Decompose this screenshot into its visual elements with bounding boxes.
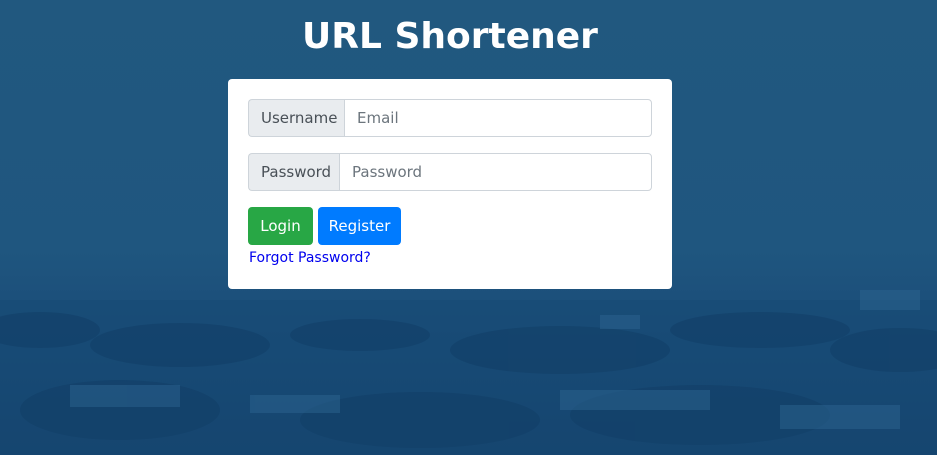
username-label: Username xyxy=(248,99,344,137)
password-input[interactable] xyxy=(339,153,652,191)
login-card: Username Password Login Register Forgot … xyxy=(228,79,672,289)
page-title: URL Shortener xyxy=(302,16,598,57)
register-button[interactable]: Register xyxy=(318,207,401,245)
password-input-group: Password xyxy=(248,153,652,191)
login-button[interactable]: Login xyxy=(248,207,313,245)
username-input-group: Username xyxy=(248,99,652,137)
username-input[interactable] xyxy=(344,99,652,137)
password-label: Password xyxy=(248,153,339,191)
forgot-password-link[interactable]: Forgot Password? xyxy=(249,249,371,267)
